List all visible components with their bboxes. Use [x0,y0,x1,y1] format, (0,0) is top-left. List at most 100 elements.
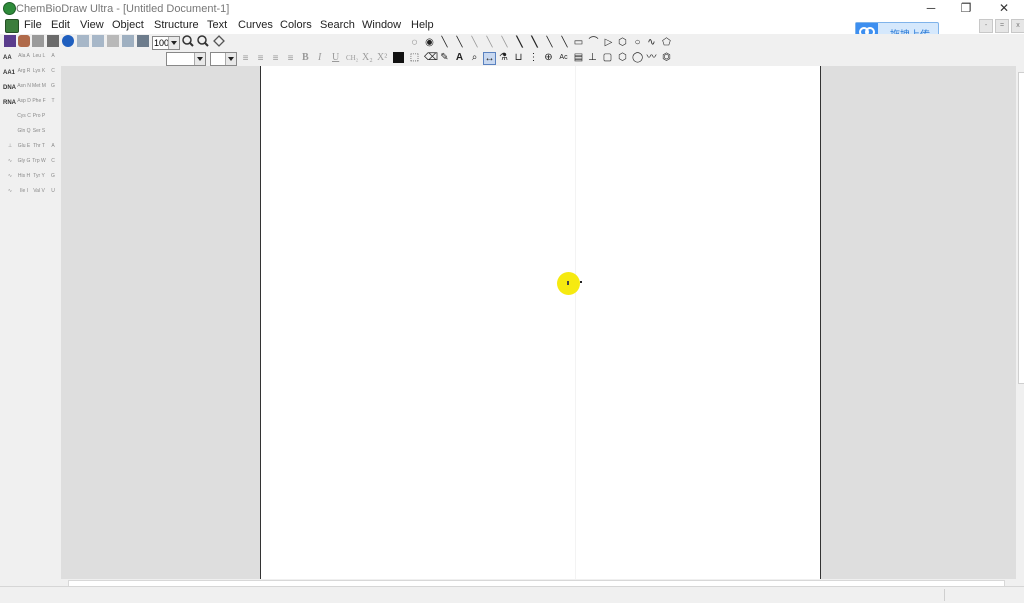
hexagon-icon[interactable]: ⬡ [617,37,628,48]
flask-icon[interactable]: ⚗ [498,52,509,63]
palette-cell[interactable]: A [46,53,60,65]
palette-cell[interactable]: C [46,68,60,80]
palette-cell[interactable]: Cys C [17,113,31,125]
align-left-icon[interactable]: ≡ [240,53,251,64]
open-icon[interactable] [18,35,30,47]
palette-cell[interactable]: Ala A [17,53,31,65]
undo-icon[interactable] [77,35,89,47]
palette-wave-icon[interactable]: ⊥ [3,143,17,155]
eraser-icon[interactable]: ⌫ [424,52,438,63]
menu-view[interactable]: View [80,19,104,31]
palette-cell[interactable]: Ile I [17,188,31,200]
palette-cell[interactable]: Val V [32,188,46,200]
zoom-in-icon[interactable] [182,35,194,47]
structure-perspective-icon[interactable]: ◉ [424,37,435,48]
palette-wave-icon[interactable]: ∿ [3,188,17,200]
bracket-icon[interactable]: ⊔ [513,52,524,63]
menu-window[interactable]: Window [362,19,401,31]
help-icon[interactable] [62,35,74,47]
wedge-bond-icon[interactable]: ╲ [529,37,540,48]
palette-cell[interactable]: Glu E [17,143,31,155]
text-tool-icon[interactable]: A [454,52,465,63]
palette-cell[interactable]: Gln Q [17,128,31,140]
hashed-bond-icon[interactable]: ╲ [484,37,495,48]
close-button[interactable]: ✕ [990,1,1018,16]
menu-file[interactable]: File [24,19,42,31]
palette-cell[interactable]: Thr T [32,143,46,155]
palette-cell[interactable]: G [46,83,60,95]
align-center-icon[interactable]: ≡ [255,53,266,64]
vertical-scroll-thumb[interactable] [1018,72,1024,384]
palette-cell[interactable]: Pro P [32,113,46,125]
child-minimize-button[interactable]: - [979,19,993,33]
chain-icon[interactable]: 〰 [646,52,657,63]
hashed-wedge-icon[interactable]: ╲ [499,37,510,48]
cycloheptane-icon[interactable]: ◯ [632,52,643,63]
arc-icon[interactable]: ⌒ [588,37,599,48]
palette-cell[interactable]: Tyr Y [32,173,46,185]
wavy-bond-icon[interactable]: ╲ [559,37,570,48]
palette-cell[interactable]: His H [17,173,31,185]
lasso-icon[interactable]: ◌ [409,37,420,48]
rectangle-icon[interactable]: ▭ [573,37,584,48]
justify-icon[interactable]: ≡ [285,53,296,64]
menu-curves[interactable]: Curves [238,19,273,31]
menu-search[interactable]: Search [320,19,355,31]
minimize-button[interactable]: ─ [917,1,945,16]
palette-cell[interactable]: Leu L [32,53,46,65]
acs-document-icon[interactable]: Ac [558,52,569,63]
palette-cell[interactable]: G [46,173,60,185]
palette-wave-icon[interactable]: ∿ [3,158,17,170]
save-icon[interactable] [32,35,44,47]
palette-cell[interactable]: Lys K [32,68,46,80]
dashed-bond-icon[interactable]: ╲ [469,37,480,48]
palette-cell[interactable]: Ser S [32,128,46,140]
orbital-icon[interactable]: ⋮ [528,52,539,63]
formula-button[interactable]: CH₂ [346,54,358,62]
palette-cell[interactable]: U [46,188,60,200]
double-bond-icon[interactable]: ╲ [454,37,465,48]
child-restore-button[interactable]: = [995,19,1009,33]
paste-icon[interactable] [137,35,149,47]
new-document-icon[interactable] [4,35,16,47]
arrow-tool-icon[interactable]: ↔ [483,52,496,65]
table-icon[interactable]: ▢ [602,52,613,63]
copy-icon[interactable] [122,35,134,47]
menu-colors[interactable]: Colors [280,19,312,31]
size-select[interactable] [210,52,237,66]
redo-icon[interactable] [92,35,104,47]
ring-chain-icon[interactable]: ∿ [646,37,657,48]
palette-wave-icon[interactable]: ∿ [3,173,17,185]
palette-cell[interactable]: Asp D [17,98,31,110]
bold-button[interactable]: B [302,52,309,63]
restore-button[interactable]: ❐ [952,1,980,16]
search-structure-icon[interactable]: ⌕ [469,52,480,63]
underline-button[interactable]: U [332,52,339,63]
template-icon[interactable]: ⊥ [587,52,598,63]
cycloalkane-icon[interactable]: ⬠ [661,37,672,48]
child-close-button[interactable]: x [1011,19,1024,33]
document-canvas[interactable] [260,66,821,579]
menu-structure[interactable]: Structure [154,19,199,31]
benzene-icon[interactable]: ⏣ [661,52,672,63]
bold-bond-icon[interactable]: ╲ [514,37,525,48]
triangle-icon[interactable]: ▷ [603,37,614,48]
document-icon[interactable] [5,19,19,33]
palette-cell[interactable]: Met M [32,83,46,95]
marquee-icon[interactable]: ⬚ [409,52,420,63]
pen-icon[interactable]: ✎ [439,52,450,63]
menu-object[interactable]: Object [112,19,144,31]
print-icon[interactable] [47,35,59,47]
chemical-symbol-icon[interactable]: ⊕ [543,52,554,63]
align-right-icon[interactable]: ≡ [270,53,281,64]
diamond-icon[interactable] [213,35,225,47]
cut-icon[interactable] [107,35,119,47]
palette-cell[interactable]: Asn N [17,83,31,95]
menu-edit[interactable]: Edit [51,19,70,31]
tlc-plate-icon[interactable]: ▤ [573,52,584,63]
palette-cell[interactable]: A [46,143,60,155]
italic-button[interactable]: I [318,52,321,63]
zoom-select[interactable]: 100 [152,36,180,50]
palette-cell[interactable]: T [46,98,60,110]
color-swatch-icon[interactable] [393,52,404,63]
